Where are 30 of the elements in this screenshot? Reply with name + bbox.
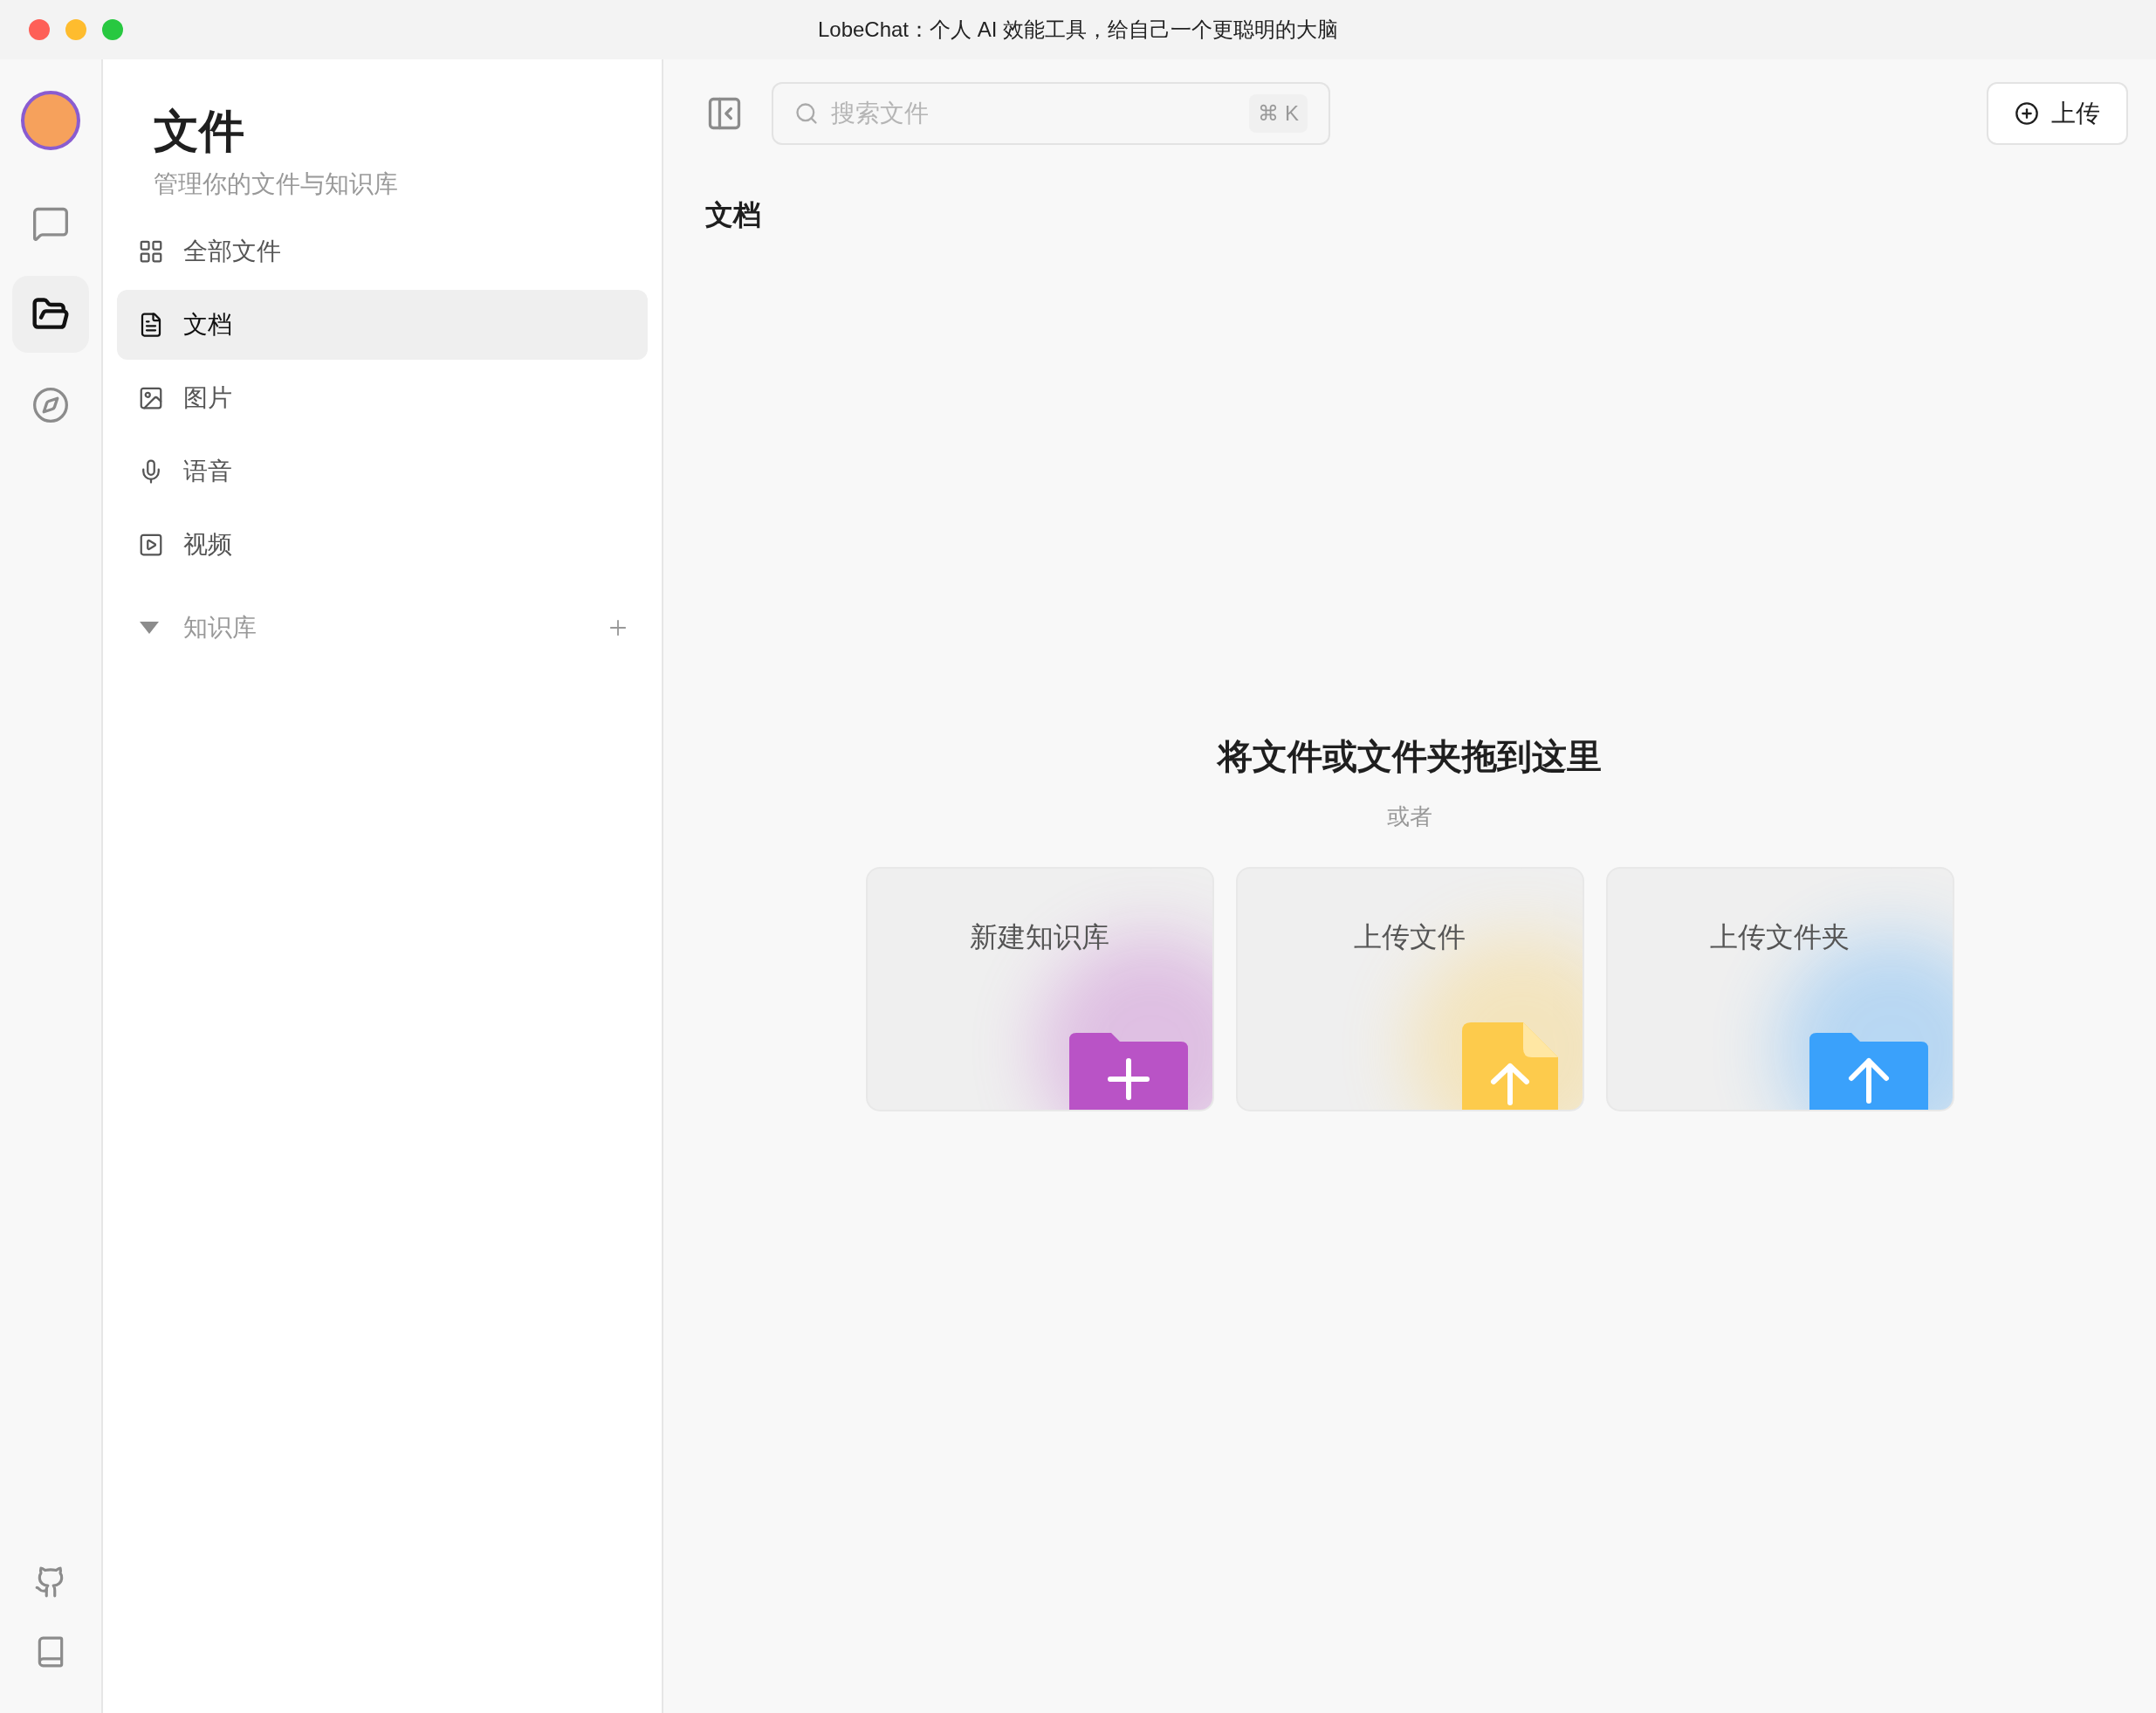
folder-upload-icon <box>1809 1033 1928 1110</box>
rail-button[interactable] <box>12 276 89 353</box>
search-input[interactable]: 搜索文件 <box>831 95 1238 132</box>
sidebar-title: 文件 <box>153 105 245 158</box>
zoom-window-button[interactable] <box>102 19 123 40</box>
compass-icon <box>31 386 70 424</box>
sidebar-subtitle: 管理你的文件与知识库 <box>153 169 399 199</box>
upload-button[interactable]: 上传 <box>1987 82 2128 145</box>
play-icon <box>138 532 164 558</box>
upload-option-card[interactable]: 新建知识库 <box>865 867 1214 1111</box>
sidebar-item[interactable]: 文档 <box>117 290 648 360</box>
sidebar-item[interactable]: 视频 <box>117 510 648 580</box>
shortcut-hint: ⌘ K <box>1249 94 1308 133</box>
close-window-button[interactable] <box>29 19 50 40</box>
upload-option-card[interactable]: 上传文件夹 <box>1605 867 1954 1111</box>
or-text: 或者 <box>1387 802 1432 831</box>
file-upload-icon <box>1461 1022 1558 1110</box>
section-title: 文档 <box>705 198 762 232</box>
sidebar-item[interactable]: 全部文件 <box>117 217 648 286</box>
sidebar-item[interactable]: 语音 <box>117 437 648 506</box>
window-title: LobeChat：个人 AI 效能工具，给自己一个更聪明的大脑 <box>817 17 1339 43</box>
dropzone-title: 将文件或文件夹拖到这里 <box>1218 736 1602 777</box>
folder-plus-icon <box>1068 1033 1188 1110</box>
image-icon <box>138 385 164 411</box>
sidebar-item[interactable]: 图片 <box>117 363 648 433</box>
plus-circle-icon <box>2015 101 2039 126</box>
search-icon <box>794 101 819 126</box>
grid-icon <box>138 238 164 265</box>
caret-icon <box>140 622 159 634</box>
upload-option-card[interactable]: 上传文件 <box>1235 867 1584 1111</box>
